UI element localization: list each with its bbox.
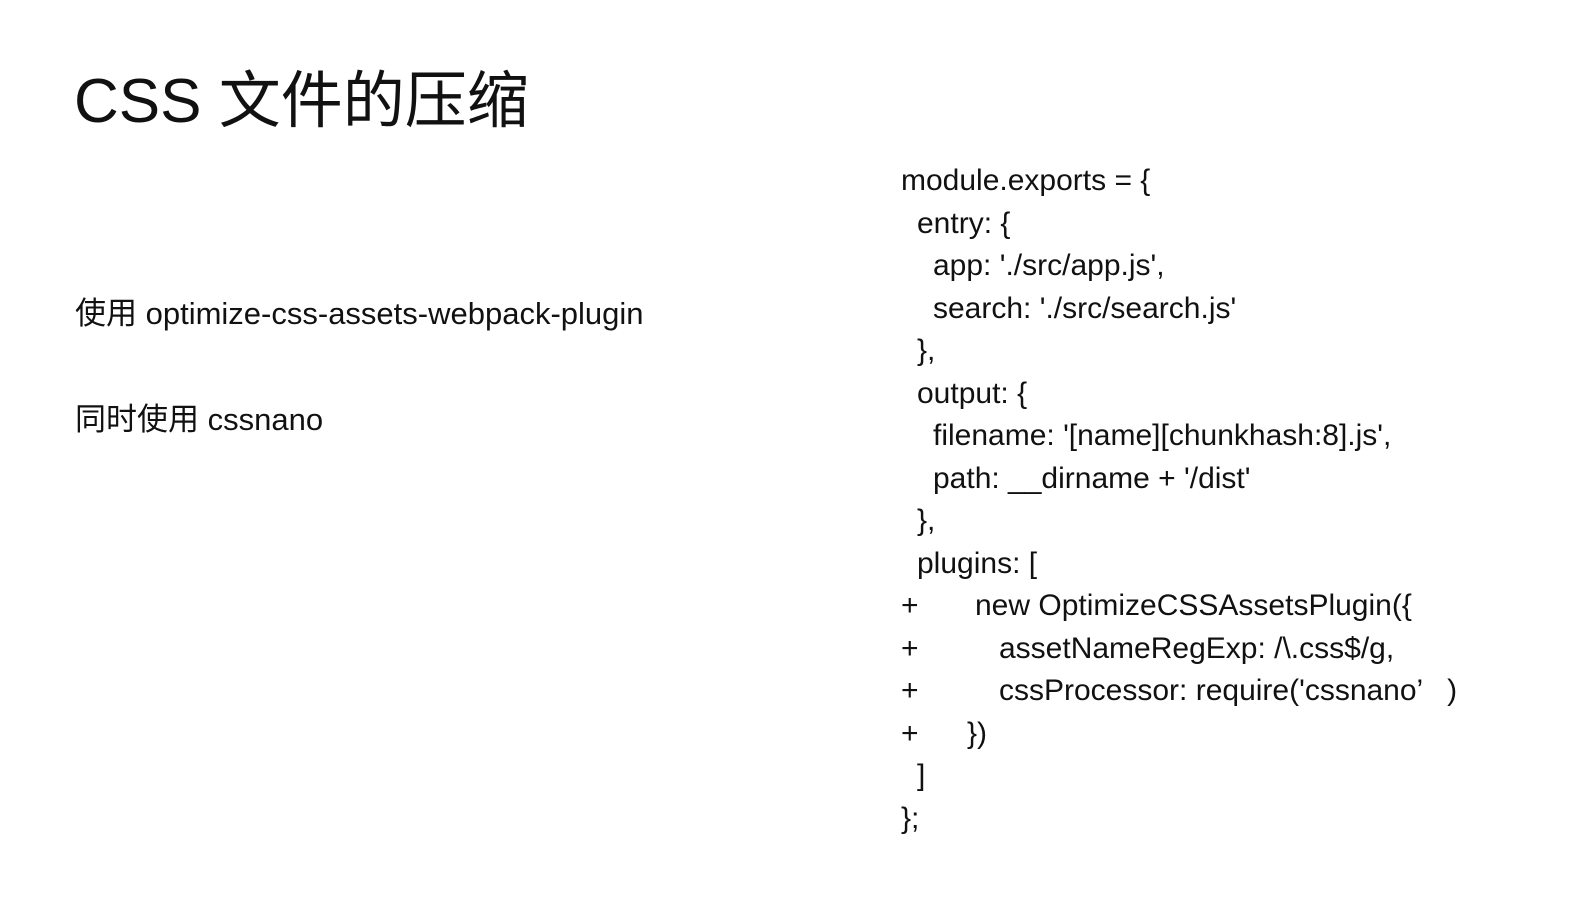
code-line: },: [901, 330, 1561, 373]
code-text: filename: '[name][chunkhash:8].js',: [933, 419, 1392, 452]
code-line: module.exports = {: [901, 160, 1561, 203]
code-text: plugins: [: [917, 546, 1038, 580]
code-line: app: './src/app.js',: [901, 245, 1561, 288]
code-line: output: {: [901, 373, 1561, 416]
code-line: + cssProcessor: require('cssnano’ ): [901, 670, 1561, 713]
code-line: +}): [901, 713, 1561, 756]
code-text: cssProcessor: require('cssnano’ ): [999, 674, 1458, 707]
slide: CSS 文件的压缩 使用 optimize-css-assets-webpack…: [0, 0, 1577, 912]
code-text: search: './src/search.js': [933, 291, 1237, 325]
diff-marker: +: [901, 631, 919, 665]
code-line: filename: '[name][chunkhash:8].js',: [901, 415, 1561, 458]
code-block: module.exports = { entry: { app: './src/…: [901, 160, 1561, 840]
code-text: new OptimizeCSSAssetsPlugin({: [975, 589, 1412, 622]
bullet-cssnano: 同时使用 cssnano: [75, 402, 324, 437]
code-text: },: [917, 334, 936, 367]
code-text: assetNameRegExp: /\.css$/g,: [999, 631, 1395, 665]
diff-marker: +: [901, 716, 919, 750]
code-text: entry: {: [917, 206, 1011, 240]
code-line: + assetNameRegExp: /\.css$/g,: [901, 628, 1561, 671]
code-line: entry: {: [901, 203, 1561, 246]
code-text: ]: [917, 759, 926, 792]
code-text: app: './src/app.js',: [933, 249, 1165, 282]
code-line: ]: [901, 755, 1561, 798]
code-line: search: './src/search.js': [901, 288, 1561, 331]
code-text: output: {: [917, 376, 1028, 410]
code-line: + new OptimizeCSSAssetsPlugin({: [901, 585, 1561, 628]
code-text: };: [901, 801, 920, 835]
code-text: path: __dirname + '/dist': [933, 461, 1251, 495]
code-line: path: __dirname + '/dist': [901, 458, 1561, 501]
diff-marker: +: [901, 674, 919, 707]
code-text: },: [917, 504, 936, 537]
code-line: };: [901, 798, 1561, 841]
diff-marker: +: [901, 589, 919, 622]
slide-title: CSS 文件的压缩: [74, 67, 529, 136]
code-text: }): [967, 716, 988, 750]
code-line: plugins: [: [901, 543, 1561, 586]
code-line: },: [901, 500, 1561, 543]
bullet-plugin: 使用 optimize-css-assets-webpack-plugin: [75, 296, 644, 331]
code-text: module.exports = {: [901, 164, 1151, 197]
